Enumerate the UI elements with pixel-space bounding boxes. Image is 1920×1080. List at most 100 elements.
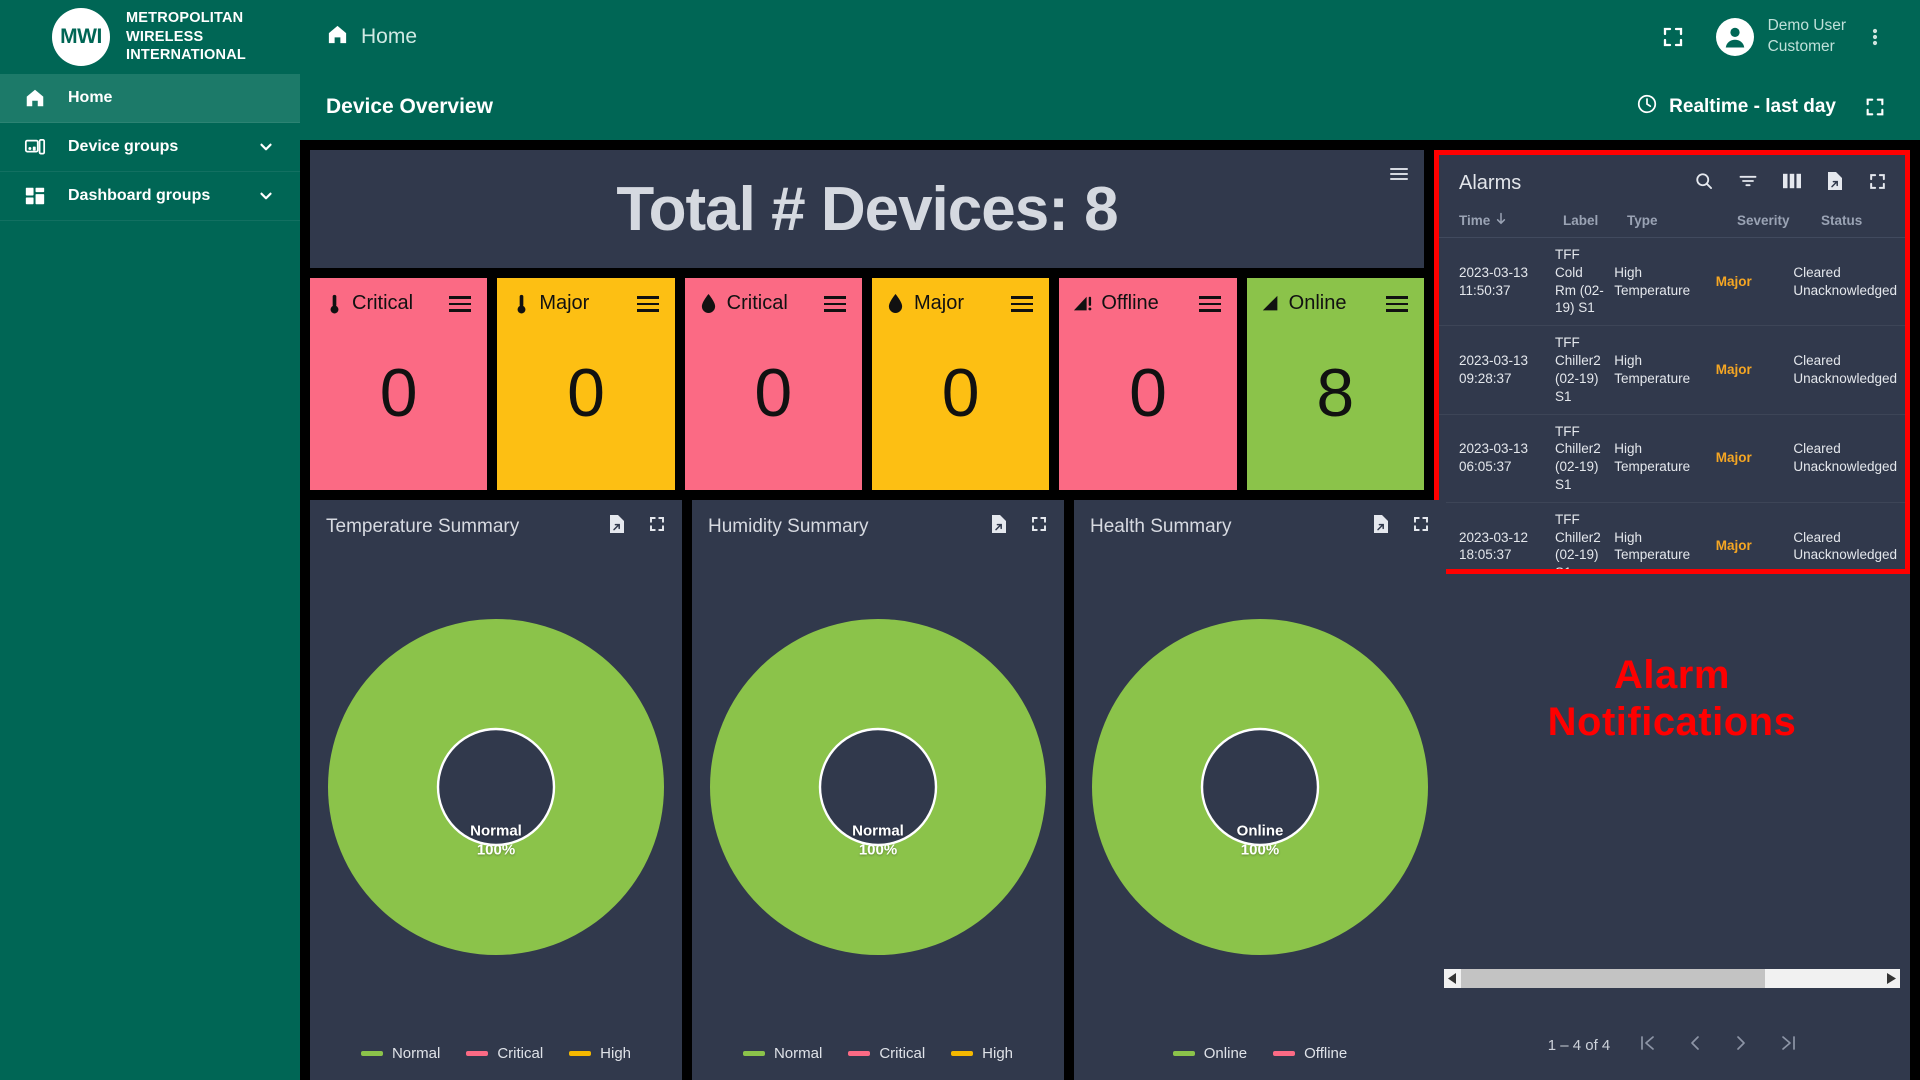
- dashboard-app: MWI METROPOLITAN WIRELESS INTERNATIONAL …: [0, 0, 1920, 1080]
- chart-legend: Online Offline: [1090, 1035, 1430, 1070]
- scrollbar-thumb[interactable]: [1461, 969, 1765, 988]
- time-window-selector[interactable]: Realtime - last day: [1636, 93, 1836, 121]
- chevron-down-icon[interactable]: [256, 137, 276, 157]
- hamburger-menu-icon[interactable]: [1385, 296, 1408, 312]
- user-role: Customer: [1767, 38, 1835, 55]
- first-page-icon[interactable]: [1640, 1034, 1655, 1056]
- legend-item[interactable]: Critical: [848, 1045, 925, 1062]
- legend-swatch: [742, 1051, 765, 1056]
- cell-time: 2023-03-13 09:28:37: [1459, 353, 1529, 386]
- last-page-icon[interactable]: [1781, 1034, 1796, 1056]
- status-card-humidity-major[interactable]: Major 0: [871, 278, 1050, 490]
- pager-buttons: [1640, 1034, 1796, 1056]
- legend-label: Online: [1203, 1045, 1248, 1062]
- cell-severity: Major: [1715, 361, 1752, 377]
- alarms-table-header: Time Label Type Severity Status: [1439, 202, 1905, 238]
- scrollbar-track[interactable]: [1461, 969, 1883, 988]
- column-header-severity[interactable]: Severity: [1737, 212, 1821, 228]
- legend-label: High: [600, 1045, 632, 1062]
- status-card-temperature-critical[interactable]: Critical 0: [310, 278, 488, 490]
- legend-item[interactable]: Online: [1172, 1045, 1248, 1062]
- table-row[interactable]: 2023-03-13 09:28:37 TFF Chiller2 (02-19)…: [1439, 326, 1905, 415]
- donut: Normal 100%: [708, 617, 1048, 957]
- sidebar-item-dashboard-groups[interactable]: Dashboard groups: [0, 172, 300, 221]
- hamburger-menu-icon[interactable]: [449, 296, 472, 312]
- sidebar-item-device-groups[interactable]: Device groups: [0, 123, 300, 172]
- user-menu[interactable]: Demo User Customer: [1715, 16, 1846, 57]
- alarms-toolbar: [1694, 171, 1887, 196]
- next-page-icon[interactable]: [1735, 1034, 1747, 1056]
- hamburger-menu-icon[interactable]: [1011, 296, 1034, 312]
- search-icon[interactable]: [1694, 171, 1714, 196]
- alarms-widget: Alarms Time Label Type Severity Status 2…: [1434, 150, 1910, 574]
- hamburger-menu-icon[interactable]: [1198, 296, 1221, 312]
- legend-item[interactable]: High: [569, 1045, 631, 1062]
- legend-label: Critical: [879, 1045, 926, 1062]
- cell-label: TFF Cold Rm (02-19) S1: [1554, 247, 1604, 316]
- brand-name: METROPOLITAN WIRELESS INTERNATIONAL: [126, 9, 246, 65]
- alarms-title: Alarms: [1459, 172, 1522, 194]
- cell-type: High Temperature: [1614, 529, 1691, 563]
- annotation-line-2: Notifications: [1547, 700, 1797, 745]
- sidebar-item-dashboard-groups-label: Dashboard groups: [68, 187, 211, 204]
- columns-icon[interactable]: [1782, 172, 1802, 195]
- total-devices-widget: Total # Devices: 8: [310, 150, 1424, 268]
- fullscreen-icon[interactable]: [1656, 20, 1690, 54]
- temperature-summary-widget: Temperature Summary Normal 100% Normal C…: [310, 500, 682, 1080]
- cell-status: Cleared Unacknowledged: [1793, 353, 1897, 386]
- more-vertical-icon[interactable]: [1858, 20, 1892, 54]
- dashboard-fullscreen-icon[interactable]: [1858, 90, 1892, 124]
- column-header-status[interactable]: Status: [1821, 212, 1905, 228]
- column-header-type[interactable]: Type: [1627, 212, 1737, 228]
- alarms-header: Alarms: [1439, 155, 1905, 202]
- alarms-column: Alarms Time Label Type Severity Status 2…: [1434, 150, 1910, 1080]
- legend-item[interactable]: Critical: [466, 1045, 543, 1062]
- sidebar-item-home[interactable]: Home: [0, 74, 300, 123]
- fullscreen-icon[interactable]: [1030, 515, 1048, 538]
- widget-header: Temperature Summary: [326, 514, 666, 539]
- dashboard-canvas: Total # Devices: 8 Critical 0 Major 0 Cr…: [300, 140, 1920, 1080]
- home-icon: [326, 23, 349, 52]
- horizontal-scrollbar[interactable]: [1444, 969, 1900, 988]
- table-row[interactable]: 2023-03-12 18:05:37 TFF Chiller2 (02-19)…: [1439, 503, 1905, 574]
- breadcrumb[interactable]: Home: [326, 23, 417, 52]
- signal-icon: [1261, 293, 1281, 315]
- fullscreen-icon[interactable]: [648, 515, 666, 538]
- export-file-icon[interactable]: [1826, 171, 1844, 196]
- legend-swatch: [1172, 1051, 1195, 1056]
- chevron-down-icon[interactable]: [256, 186, 276, 206]
- status-card-humidity-critical[interactable]: Critical 0: [684, 278, 862, 490]
- filter-icon[interactable]: [1738, 171, 1758, 196]
- fullscreen-icon[interactable]: [1868, 172, 1887, 196]
- status-card-offline[interactable]: Offline 0: [1059, 278, 1237, 490]
- hamburger-menu-icon[interactable]: [1390, 164, 1410, 184]
- column-header-label[interactable]: Label: [1563, 212, 1627, 228]
- scroll-left-icon[interactable]: [1444, 969, 1461, 988]
- sidebar-item-device-groups-label: Device groups: [68, 138, 179, 155]
- table-row[interactable]: 2023-03-13 06:05:37 TFF Chiller2 (02-19)…: [1439, 415, 1905, 503]
- legend-item[interactable]: Normal: [360, 1045, 440, 1062]
- device-groups-icon: [22, 134, 48, 160]
- export-file-icon[interactable]: [1372, 514, 1390, 539]
- status-card-value: 0: [941, 354, 980, 431]
- fullscreen-icon[interactable]: [1412, 515, 1430, 538]
- legend-swatch: [951, 1051, 974, 1056]
- export-file-icon[interactable]: [990, 514, 1008, 539]
- column-header-time[interactable]: Time: [1459, 212, 1563, 228]
- thermometer-icon: [511, 293, 531, 315]
- legend-item[interactable]: High: [951, 1045, 1013, 1062]
- scroll-right-icon[interactable]: [1883, 969, 1900, 988]
- health-summary-widget: Health Summary Online 100% Online Offlin…: [1074, 500, 1446, 1080]
- cell-label: TFF Chiller2 (02-19) S1: [1554, 511, 1601, 574]
- status-card-temperature-major[interactable]: Major 0: [497, 278, 675, 490]
- water-drop-icon: [886, 293, 906, 315]
- hamburger-menu-icon[interactable]: [823, 296, 846, 312]
- status-card-online[interactable]: Online 8: [1246, 278, 1424, 490]
- table-row[interactable]: 2023-03-13 11:50:37 TFF Cold Rm (02-19) …: [1439, 238, 1905, 327]
- legend-item[interactable]: Offline: [1273, 1045, 1347, 1062]
- export-file-icon[interactable]: [608, 514, 626, 539]
- previous-page-icon[interactable]: [1689, 1034, 1701, 1056]
- hamburger-menu-icon[interactable]: [636, 296, 659, 312]
- legend-item[interactable]: Normal: [742, 1045, 822, 1062]
- top-bar: Home Demo User Customer: [300, 0, 1920, 74]
